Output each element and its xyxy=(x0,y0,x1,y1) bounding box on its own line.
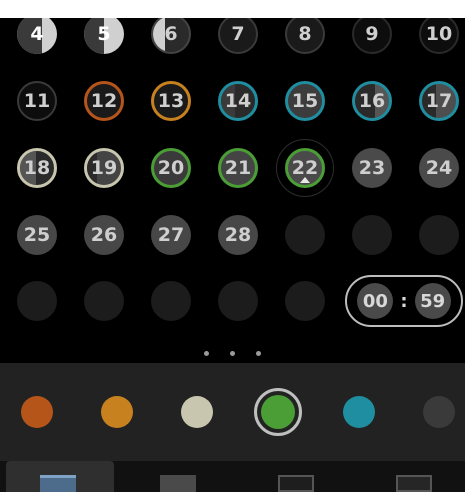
day-number: 18 xyxy=(23,156,51,179)
day-number: 7 xyxy=(231,22,245,45)
day-15[interactable]: 15 xyxy=(285,81,325,121)
day-14[interactable]: 14 xyxy=(218,81,258,121)
day-number: 4 xyxy=(30,22,44,45)
day-number: 24 xyxy=(425,156,453,179)
tab-image[interactable] xyxy=(242,461,350,492)
day-number: 19 xyxy=(90,156,118,179)
empty-day-slot xyxy=(151,281,191,321)
day-10[interactable]: 10 xyxy=(419,18,459,54)
empty-day-slot xyxy=(218,281,258,321)
day-27[interactable]: 27 xyxy=(151,215,191,255)
day-number: 22 xyxy=(291,156,319,179)
empty-day-slot xyxy=(285,215,325,255)
day-number: 14 xyxy=(224,89,252,112)
timer-separator: : xyxy=(400,290,408,312)
color-swatch-green[interactable] xyxy=(254,388,302,436)
image-icon xyxy=(278,475,314,492)
day-number: 27 xyxy=(157,223,185,246)
month-calendar: 4 5 6 7 8 9 10 11 12 13 14 15 16 17 18 1… xyxy=(0,18,465,363)
empty-day-slot xyxy=(352,215,392,255)
timer-display[interactable]: 00 : 59 xyxy=(345,275,463,327)
day-18[interactable]: 18 xyxy=(17,148,57,188)
graph-icon xyxy=(160,475,196,492)
day-17[interactable]: 17 xyxy=(419,81,459,121)
day-number: 25 xyxy=(23,223,51,246)
day-23[interactable]: 23 xyxy=(352,148,392,188)
day-number: 17 xyxy=(425,89,453,112)
empty-day-slot xyxy=(17,281,57,321)
tab-list[interactable] xyxy=(360,461,465,492)
bottom-tab-bar xyxy=(0,461,465,492)
day-number: 23 xyxy=(358,156,386,179)
day-28[interactable]: 28 xyxy=(218,215,258,255)
color-swatch-orange[interactable] xyxy=(21,396,53,428)
day-5[interactable]: 5 xyxy=(84,18,124,54)
tab-calendar[interactable] xyxy=(6,461,114,492)
color-swatch-beige[interactable] xyxy=(181,396,213,428)
day-26[interactable]: 26 xyxy=(84,215,124,255)
day-7[interactable]: 7 xyxy=(218,18,258,54)
page-dot xyxy=(230,351,235,356)
day-24[interactable]: 24 xyxy=(419,148,459,188)
color-swatch-gray[interactable] xyxy=(423,396,455,428)
list-icon xyxy=(396,475,432,492)
timer-seconds: 59 xyxy=(414,283,451,319)
color-swatch-amber[interactable] xyxy=(101,396,133,428)
day-number: 12 xyxy=(90,89,118,112)
color-swatch-teal[interactable] xyxy=(343,396,375,428)
day-4[interactable]: 4 xyxy=(17,18,57,54)
day-number: 5 xyxy=(97,22,111,45)
day-number: 26 xyxy=(90,223,118,246)
day-13[interactable]: 13 xyxy=(151,81,191,121)
page-indicator[interactable] xyxy=(0,351,465,361)
empty-day-slot xyxy=(285,281,325,321)
color-palette xyxy=(0,363,465,461)
page-dot xyxy=(204,351,209,356)
day-6[interactable]: 6 xyxy=(151,18,191,54)
day-11[interactable]: 11 xyxy=(17,81,57,121)
day-21[interactable]: 21 xyxy=(218,148,258,188)
empty-day-slot xyxy=(84,281,124,321)
day-number: 6 xyxy=(164,22,178,45)
day-22[interactable]: 22 xyxy=(285,148,325,188)
timer-minutes: 00 xyxy=(357,283,394,319)
day-number: 21 xyxy=(224,156,252,179)
app-screen: 4 5 6 7 8 9 10 11 12 13 14 15 16 17 18 1… xyxy=(0,18,465,492)
day-9[interactable]: 9 xyxy=(352,18,392,54)
day-8[interactable]: 8 xyxy=(285,18,325,54)
page-dot xyxy=(256,351,261,356)
day-number: 8 xyxy=(298,22,312,45)
day-number: 11 xyxy=(23,89,51,112)
tab-graph[interactable] xyxy=(124,461,232,492)
day-number: 15 xyxy=(291,89,319,112)
day-number: 16 xyxy=(358,89,386,112)
day-20[interactable]: 20 xyxy=(151,148,191,188)
day-number: 10 xyxy=(425,22,453,45)
day-number: 28 xyxy=(224,223,252,246)
calendar-icon xyxy=(40,475,76,492)
day-number: 20 xyxy=(157,156,185,179)
empty-day-slot xyxy=(419,215,459,255)
day-number: 13 xyxy=(157,89,185,112)
day-12[interactable]: 12 xyxy=(84,81,124,121)
day-25[interactable]: 25 xyxy=(17,215,57,255)
day-number: 9 xyxy=(365,22,379,45)
day-16[interactable]: 16 xyxy=(352,81,392,121)
day-19[interactable]: 19 xyxy=(84,148,124,188)
